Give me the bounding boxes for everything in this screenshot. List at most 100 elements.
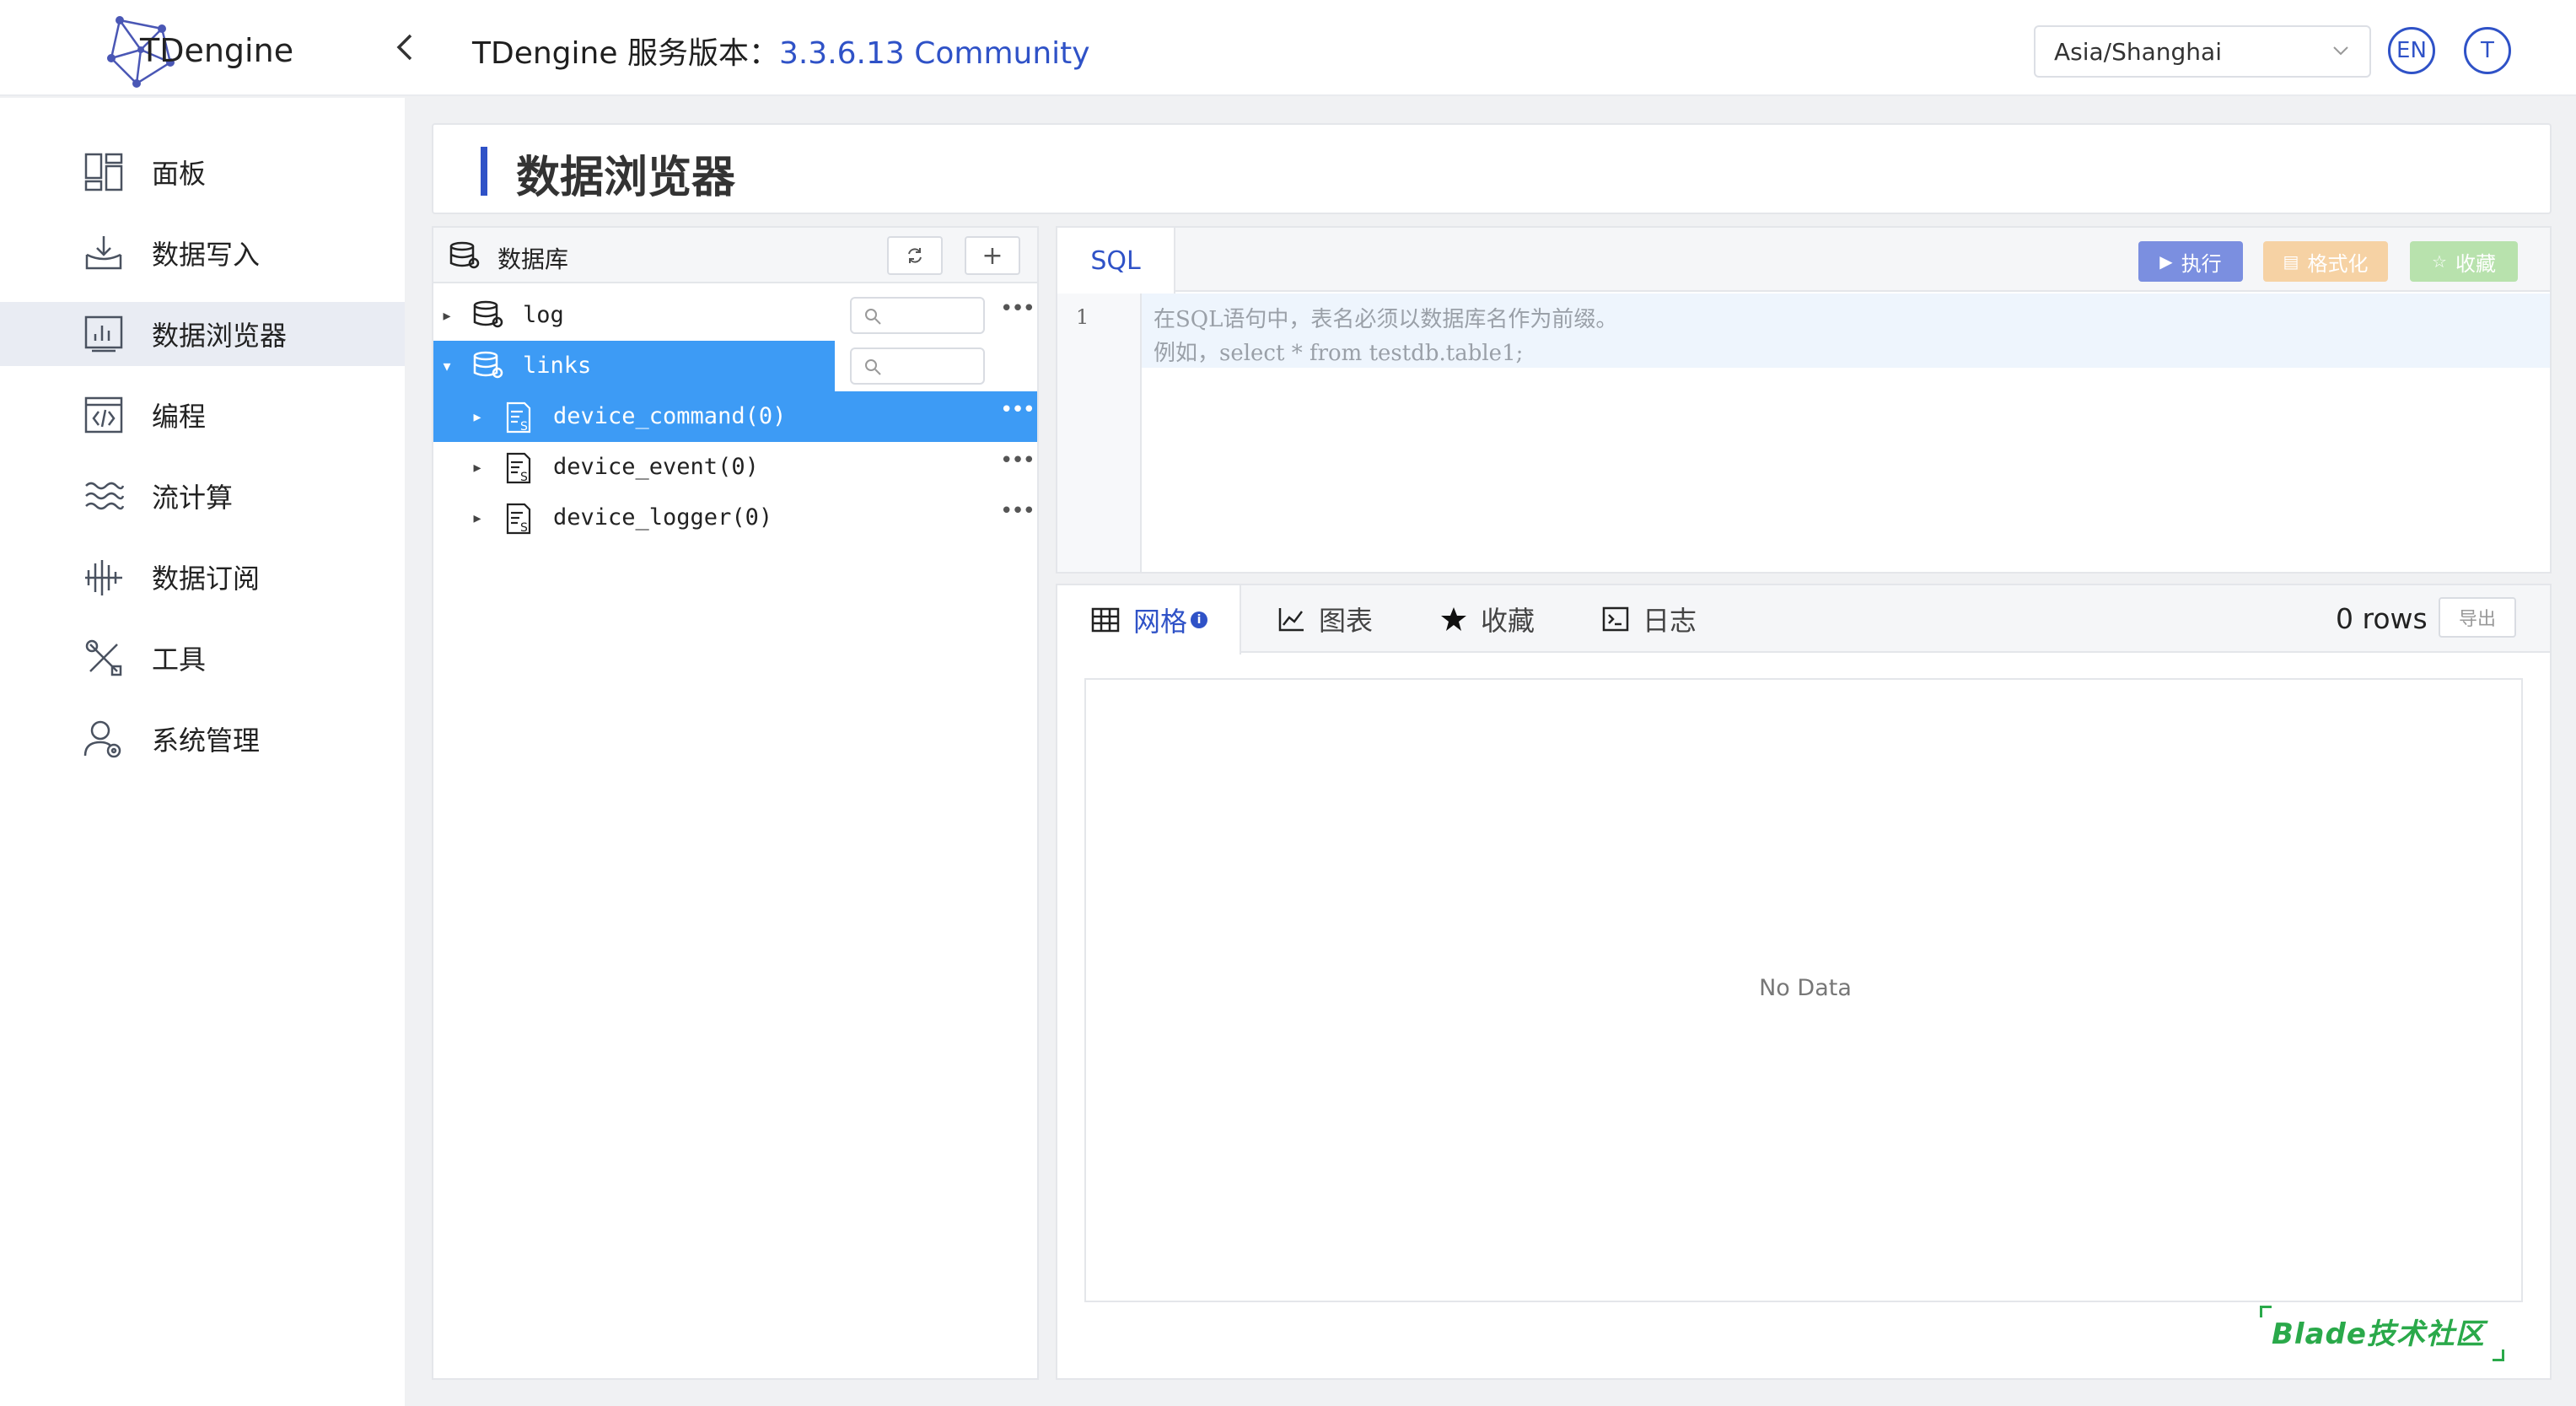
version-value: 3.3.6.13 Community [778, 36, 1090, 71]
favorite-label: 收藏 [2455, 251, 2496, 276]
star-icon [1440, 606, 1467, 633]
dashboard-icon [83, 151, 125, 193]
tab-sql[interactable]: SQL [1057, 228, 1175, 294]
terminal-icon [1602, 606, 1629, 632]
sidebar-item-data-in[interactable]: 数据写入 [0, 221, 405, 285]
collapse-sidebar-button[interactable] [390, 25, 420, 69]
tab-log[interactable]: 日志 [1602, 585, 1697, 653]
database-panel-header: 数据库 + [433, 228, 1037, 283]
data-browser-icon [83, 313, 125, 355]
sidebar: 面板 数据写入 数据浏览器 编程 流计算 数据订阅 工具 系统管理 [0, 98, 405, 1406]
more-options-icon[interactable]: ••• [1000, 500, 1035, 531]
tab-grid-label: 网格 [1133, 606, 1188, 638]
format-button[interactable]: ▤ 格式化 [2263, 241, 2388, 282]
caret-right-icon: ▸ [473, 458, 481, 477]
watermark-corner [2493, 1349, 2504, 1361]
sidebar-item-label: 系统管理 [152, 725, 261, 757]
sidebar-item-stream[interactable]: 流计算 [0, 464, 405, 528]
supertable-icon: S [506, 503, 531, 535]
search-icon [865, 309, 881, 325]
code-icon [83, 394, 125, 436]
supertable-icon: S [506, 401, 531, 434]
sidebar-item-label: 编程 [152, 401, 207, 433]
tab-chart[interactable]: 图表 [1278, 585, 1373, 653]
favorite-button[interactable]: ☆ 收藏 [2410, 241, 2518, 282]
tab-chart-label: 图表 [1319, 605, 1374, 637]
tree-row-supertable[interactable]: ▸ S device_event(0) ••• [433, 442, 1037, 493]
database-icon [473, 300, 503, 328]
supertable-icon: S [506, 452, 531, 484]
more-options-icon[interactable]: ••• [1000, 399, 1035, 430]
sidebar-item-code[interactable]: 编程 [0, 383, 405, 447]
sidebar-item-label: 数据订阅 [152, 563, 261, 595]
user-avatar[interactable]: T [2464, 27, 2511, 74]
sidebar-item-label: 工具 [152, 644, 207, 676]
tools-icon [83, 637, 125, 679]
title-accent-bar [481, 147, 487, 196]
page-title: 数据浏览器 [516, 153, 736, 203]
language-button[interactable]: EN [2388, 27, 2435, 74]
table-filter-input[interactable] [850, 347, 985, 385]
stream-icon [83, 475, 125, 517]
sql-editor[interactable]: 1 在SQL语句中，表名必须以数据库名作为前缀。 例如，select * fro… [1057, 294, 2550, 572]
version-label: TDengine 服务版本： [472, 36, 779, 71]
tree-row-supertable[interactable]: ▸ S device_logger(0) ••• [433, 493, 1037, 543]
play-icon: ▶ [2159, 251, 2173, 272]
format-icon: ▤ [2283, 251, 2299, 272]
line-number: 1 [1076, 305, 1089, 329]
tree-label: device_command(0) [553, 403, 787, 429]
svg-text:S: S [520, 420, 528, 434]
export-button[interactable]: 导出 [2439, 597, 2516, 638]
tree-label: links [523, 353, 592, 379]
caret-right-icon: ▸ [473, 407, 481, 426]
tree-row-database[interactable]: ▾ links [433, 341, 1037, 391]
tree-row-supertable[interactable]: ▸ S device_command(0) ••• [433, 391, 1037, 442]
sidebar-item-label: 流计算 [152, 482, 234, 514]
timezone-value: Asia/Shanghai [2054, 37, 2222, 66]
tdengine-logo[interactable]: TDengine [99, 8, 293, 88]
sidebar-item-system-admin[interactable]: 系统管理 [0, 707, 405, 771]
logo-text: TDengine [140, 32, 294, 69]
format-label: 格式化 [2307, 251, 2369, 276]
search-icon [865, 359, 881, 375]
run-label: 执行 [2181, 251, 2222, 276]
top-header: TDengine TDengine 服务版本：3.3.6.13 Communit… [0, 0, 2576, 96]
star-outline-icon: ☆ [2432, 251, 2447, 272]
sidebar-item-subscribe[interactable]: 数据订阅 [0, 545, 405, 609]
table-filter-input[interactable] [850, 297, 985, 334]
svg-text:S: S [520, 471, 528, 484]
watermark-text: Blade技术社区 [2272, 1317, 2485, 1351]
database-panel: 数据库 + ▸ log ••• ▾ links ▸ S device_comma… [432, 226, 1039, 1380]
chevron-down-icon [2333, 46, 2348, 56]
svg-text:S: S [520, 521, 528, 535]
tab-grid[interactable]: 网格 i [1057, 585, 1241, 655]
database-icon [449, 241, 480, 269]
caret-right-icon: ▸ [473, 509, 481, 527]
database-icon [473, 351, 503, 379]
sidebar-item-data-browser[interactable]: 数据浏览器 [0, 302, 405, 366]
add-database-button[interactable]: + [965, 236, 1020, 275]
more-options-icon[interactable]: ••• [1000, 450, 1035, 481]
sql-panel: SQL ▶ 执行 ▤ 格式化 ☆ 收藏 1 在SQL语句中，表名必须以数据库名作为前缀… [1056, 226, 2552, 574]
more-options-icon[interactable]: ••• [1000, 298, 1035, 329]
tree-label: log [523, 302, 564, 328]
sql-tabbar: SQL ▶ 执行 ▤ 格式化 ☆ 收藏 [1057, 228, 2550, 294]
timezone-select[interactable]: Asia/Shanghai [2034, 25, 2371, 78]
tree-label: device_logger(0) [553, 504, 773, 531]
line-chart-icon [1278, 606, 1305, 632]
refresh-button[interactable] [887, 236, 943, 275]
user-admin-icon [83, 718, 125, 760]
page-title-card: 数据浏览器 [432, 123, 2552, 214]
subscribe-icon [83, 556, 125, 598]
database-panel-title: 数据库 [497, 245, 569, 273]
sidebar-item-tools[interactable]: 工具 [0, 626, 405, 690]
tab-favorites[interactable]: 收藏 [1440, 585, 1535, 653]
sidebar-item-dashboard[interactable]: 面板 [0, 140, 405, 204]
run-button[interactable]: ▶ 执行 [2138, 241, 2243, 282]
sql-placeholder-line: 例如，select * from testdb.table1; [1154, 341, 1524, 366]
sidebar-item-label: 面板 [152, 158, 207, 190]
chevron-left-icon [396, 34, 412, 61]
empty-state-text: No Data [1759, 975, 1852, 1001]
tree-row-database[interactable]: ▸ log ••• [433, 290, 1037, 341]
tab-log-label: 日志 [1643, 605, 1697, 637]
